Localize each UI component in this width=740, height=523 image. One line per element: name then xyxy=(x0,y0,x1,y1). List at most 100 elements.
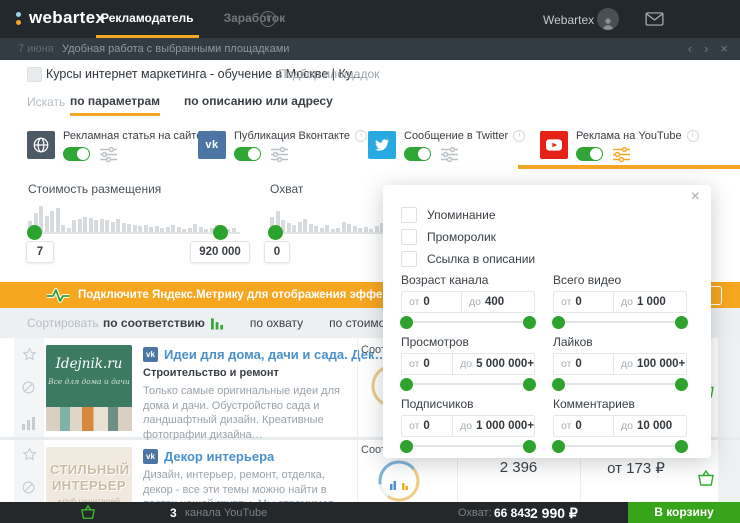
platform-toggle[interactable] xyxy=(234,147,261,161)
range-from-input[interactable]: от0 xyxy=(554,354,613,374)
result-title-link[interactable]: Декор интерьера xyxy=(164,449,274,464)
slider-handle-max[interactable] xyxy=(675,440,688,453)
help-info-icon[interactable]: i xyxy=(260,11,276,27)
range-from-input[interactable]: от0 xyxy=(554,292,613,312)
checkbox-label: Проморолик xyxy=(427,230,496,244)
cart-icon[interactable] xyxy=(80,505,96,523)
sorting-label: Сортировать xyxy=(27,316,99,330)
slider-track[interactable] xyxy=(555,445,685,447)
slider-track[interactable] xyxy=(403,321,533,323)
cart-reach-value: 66 843 xyxy=(494,506,531,520)
price-slider-handle-max[interactable] xyxy=(213,225,228,240)
price-slider-track[interactable] xyxy=(28,232,240,234)
slider-track[interactable] xyxy=(403,445,533,447)
popup-range-group: Просмотровот0до5 000 000+ xyxy=(401,335,535,393)
mail-icon[interactable] xyxy=(645,12,664,31)
range-from-input[interactable]: от0 xyxy=(554,416,613,436)
range-inputs: от0до100 000+ xyxy=(553,353,687,375)
campaign-checkbox[interactable] xyxy=(27,67,42,82)
sort-option[interactable]: по соответствию xyxy=(103,316,224,330)
avatar[interactable] xyxy=(597,8,619,30)
slider-handle-min[interactable] xyxy=(552,316,565,329)
checkbox[interactable] xyxy=(401,207,417,223)
platform-toggle[interactable] xyxy=(63,147,90,161)
add-to-cart-icon[interactable] xyxy=(697,470,715,492)
range-to-input[interactable]: до1 000 xyxy=(613,292,686,312)
search-tab[interactable]: по параметрам xyxy=(70,88,160,116)
platform-settings-icon[interactable] xyxy=(271,147,288,167)
range-inputs: от0до1 000 xyxy=(553,291,687,313)
histogram-bar xyxy=(78,219,82,233)
platform-settings-icon[interactable] xyxy=(613,147,630,167)
info-icon[interactable]: i xyxy=(687,130,699,142)
platform-toggle[interactable] xyxy=(404,147,431,161)
site-selection-link[interactable]: Подбор площадок xyxy=(278,67,379,81)
popup-range-group: Комментариевот0до10 000 xyxy=(553,397,687,455)
slider-handle-min[interactable] xyxy=(552,378,565,391)
slider-track[interactable] xyxy=(403,383,533,385)
slider-handle-min[interactable] xyxy=(400,378,413,391)
slider-handle-max[interactable] xyxy=(523,378,536,391)
range-to-input[interactable]: до100 000+ xyxy=(613,354,686,374)
range-to-input[interactable]: до10 000 xyxy=(613,416,686,436)
favorite-star-icon[interactable] xyxy=(22,447,37,461)
popup-close-icon[interactable]: × xyxy=(691,188,700,206)
range-to-input[interactable]: до5 000 000+ xyxy=(452,354,534,374)
platform-settings-icon[interactable] xyxy=(100,147,117,167)
info-icon[interactable]: i xyxy=(355,130,367,142)
add-to-cart-button[interactable]: В корзину xyxy=(628,502,740,523)
result-thumbnail[interactable]: Idejnik.ru Все для дома и дачи xyxy=(46,345,132,431)
slider-handle-max[interactable] xyxy=(675,316,688,329)
logo-dots-icon xyxy=(16,10,22,27)
histogram-bar xyxy=(83,217,87,233)
range-to-input[interactable]: до1 000 000+ xyxy=(452,416,534,436)
popup-range-group: Лайковот0до100 000+ xyxy=(553,335,687,393)
range-to-input[interactable]: до400 xyxy=(461,292,534,312)
favorite-star-icon[interactable] xyxy=(22,347,37,361)
slider-handle-max[interactable] xyxy=(523,316,536,329)
cart-count-label: канала YouTube xyxy=(185,507,267,519)
price-min-value[interactable]: 7 xyxy=(26,241,54,263)
sort-option[interactable]: по охвату xyxy=(250,316,303,330)
block-icon[interactable] xyxy=(22,381,35,394)
reach-min-value[interactable]: 0 xyxy=(264,241,290,263)
notice-date: 7 июня xyxy=(18,43,54,55)
price-slider-handle-min[interactable] xyxy=(27,225,42,240)
slider-track[interactable] xyxy=(555,383,685,385)
account-name[interactable]: Webartex xyxy=(543,13,594,27)
slider-handle-min[interactable] xyxy=(400,440,413,453)
platform-label: Реклама на YouTube xyxy=(576,130,682,142)
slider-handle-min[interactable] xyxy=(552,440,565,453)
reach-slider-handle-min[interactable] xyxy=(268,225,283,240)
slider-track[interactable] xyxy=(555,321,685,323)
cart-reach-label: Охват: xyxy=(458,507,492,519)
range-from-input[interactable]: от0 xyxy=(402,416,452,436)
cart-count: 3 xyxy=(170,506,177,520)
header-nav-tab[interactable]: Рекламодатель xyxy=(96,0,199,38)
platform-toggle[interactable] xyxy=(576,147,603,161)
result-category: Строительство и ремонт xyxy=(143,367,357,379)
info-icon[interactable]: i xyxy=(513,130,525,142)
result-title-link[interactable]: Идеи для дома, дачи и сада. Дек… xyxy=(164,347,387,362)
notice-close-icon[interactable]: × xyxy=(720,41,728,57)
popup-range-group: Возраст каналаот0до400 xyxy=(401,273,535,331)
webartex-logo[interactable]: webartex xyxy=(16,8,105,28)
checkbox[interactable] xyxy=(401,251,417,267)
checkbox[interactable] xyxy=(401,229,417,245)
search-tab[interactable]: по описанию или адресу xyxy=(184,88,333,116)
range-inputs: от0до5 000 000+ xyxy=(401,353,535,375)
range-slider xyxy=(553,437,687,455)
block-icon[interactable] xyxy=(22,481,35,494)
histogram-bar xyxy=(56,208,60,233)
range-from-input[interactable]: от0 xyxy=(402,354,452,374)
notice-next-icon[interactable]: › xyxy=(704,41,708,57)
slider-handle-max[interactable] xyxy=(675,378,688,391)
slider-handle-min[interactable] xyxy=(400,316,413,329)
notice-prev-icon[interactable]: ‹ xyxy=(688,41,692,57)
range-from-input[interactable]: от0 xyxy=(402,292,461,312)
platform-settings-icon[interactable] xyxy=(441,147,458,167)
header-nav-tab[interactable]: Заработок xyxy=(219,0,291,38)
slider-handle-max[interactable] xyxy=(523,440,536,453)
stats-icon[interactable] xyxy=(22,417,36,430)
price-max-value[interactable]: 920 000 xyxy=(190,241,250,263)
